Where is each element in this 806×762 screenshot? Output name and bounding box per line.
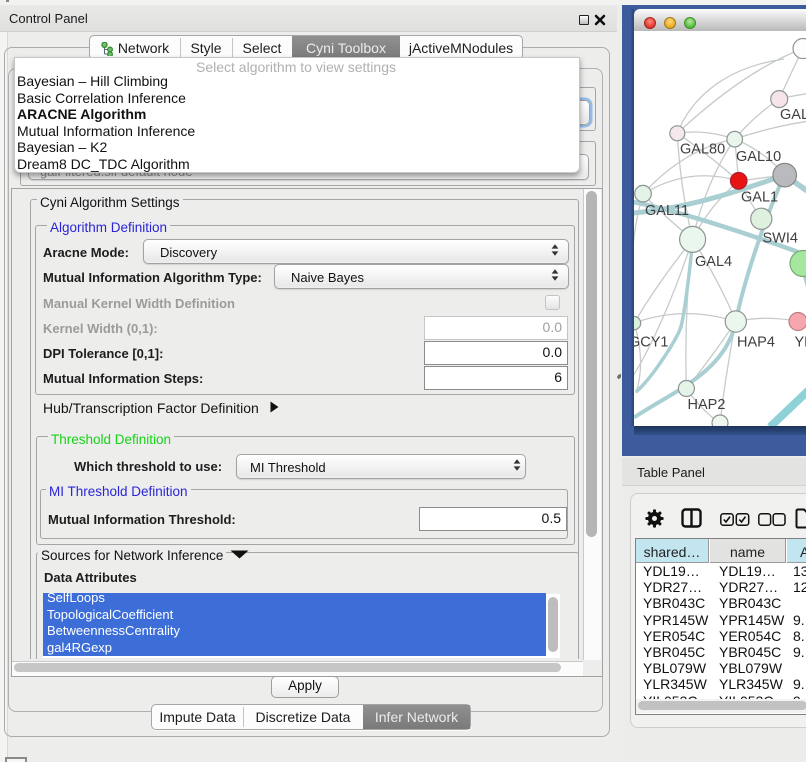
svg-text:GAL80: GAL80 (680, 142, 725, 158)
svg-text:HAP4: HAP4 (737, 335, 775, 351)
svg-text:GAL2: GAL2 (780, 107, 806, 123)
svg-text:GAL10: GAL10 (736, 149, 781, 165)
svg-text:GCY1: GCY1 (634, 335, 669, 351)
svg-text:GAL4: GAL4 (695, 254, 732, 270)
svg-text:SWI4: SWI4 (763, 231, 798, 247)
svg-text:YB: YB (795, 335, 806, 351)
svg-text:GAL1: GAL1 (741, 190, 778, 206)
svg-text:GAL11: GAL11 (645, 203, 689, 219)
svg-text:HAP2: HAP2 (688, 397, 726, 413)
